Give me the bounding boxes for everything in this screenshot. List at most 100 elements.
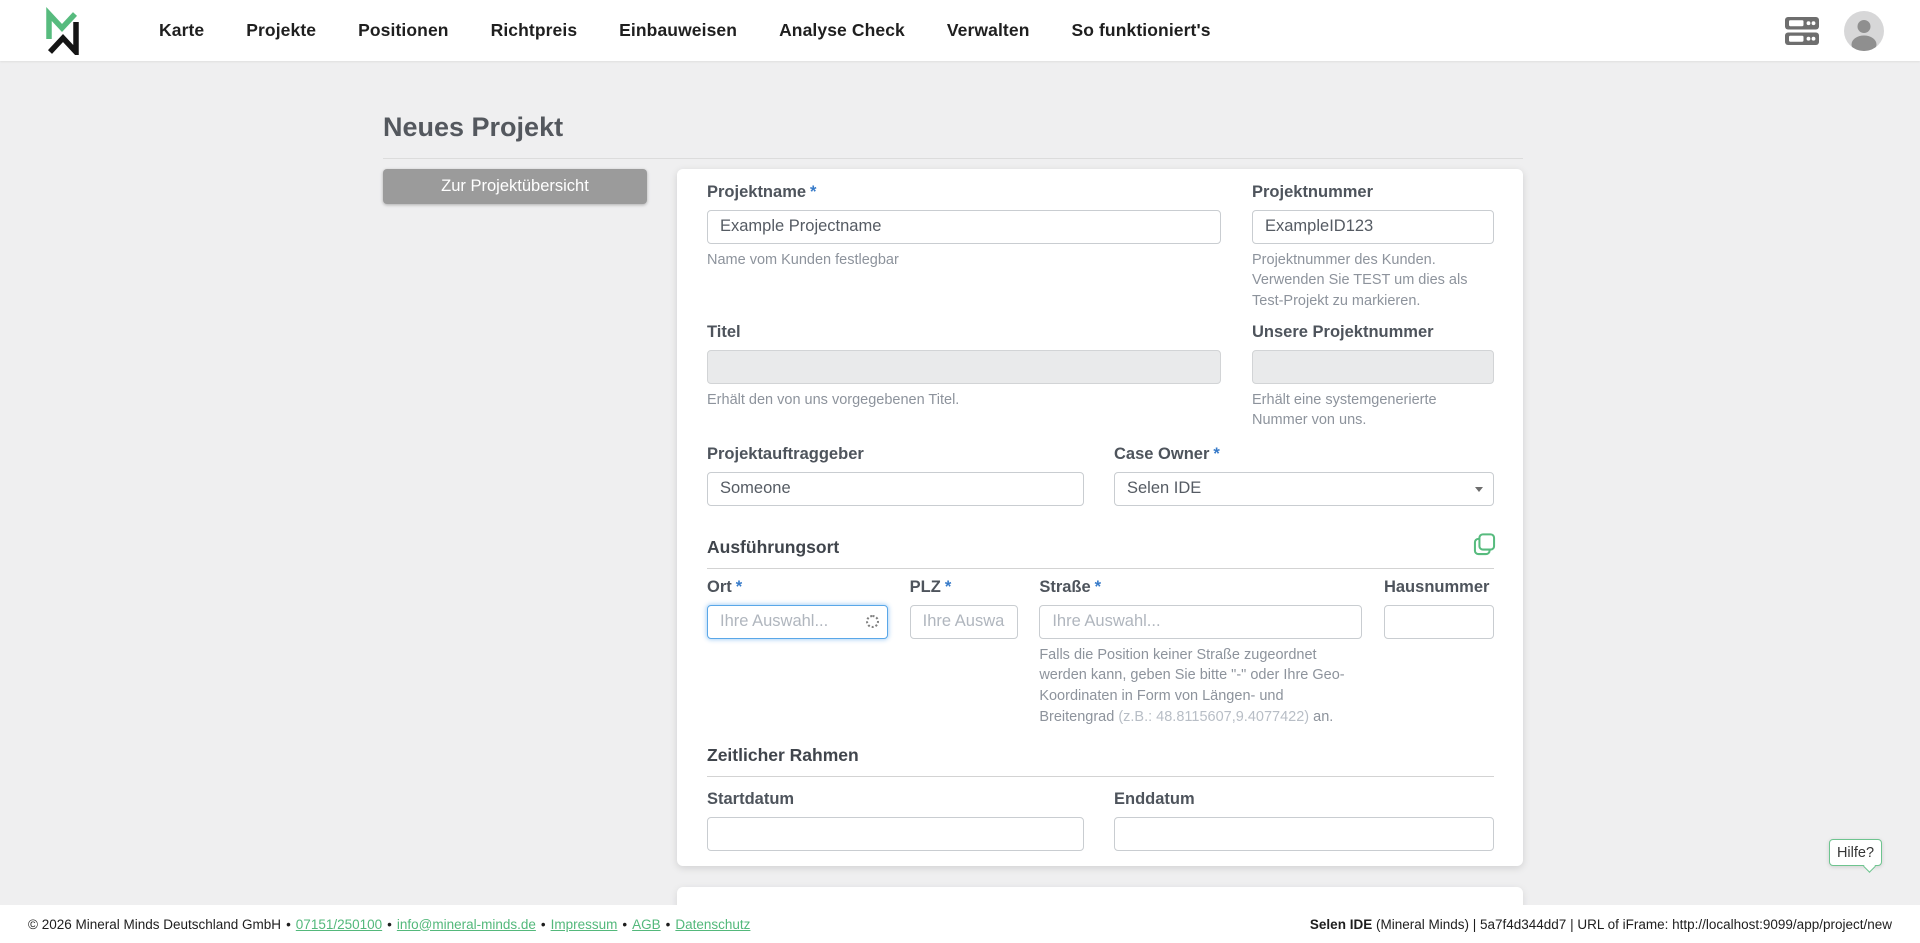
help-bubble-tail [1863, 859, 1876, 873]
strasse-helper-example: (z.B.: 48.8115607,9.4077422) [1118, 708, 1310, 725]
plz-input[interactable] [909, 604, 1018, 639]
projektname-label: Projektname * [707, 183, 1221, 203]
page-title: Neues Projekt [383, 112, 564, 142]
projektnummer-field: Projektnummer Projektnummer des Kunden. … [1252, 183, 1494, 312]
nav-item-karte[interactable]: Karte [138, 20, 225, 41]
ort-label-text: Ort [707, 578, 732, 596]
footer-datenschutz-link[interactable]: Datenschutz [675, 917, 750, 932]
projektname-field: Projektname* Name vom Kunden festlegbar [707, 183, 1221, 312]
projektname-helper: Name vom Kunden festlegbar [707, 251, 899, 268]
topbar-right-icons [1782, 10, 1884, 51]
footer-session-detail: (Mineral Minds) | 5a7f4d344dd7 | URL of … [1372, 916, 1892, 932]
ausfuehrungsort-section-title: Ausführungsort [707, 537, 840, 557]
projektnummer-label: Projektnummer [1252, 183, 1374, 201]
footer-separator: • [622, 916, 628, 932]
strasse-label: Straße * [1039, 578, 1362, 598]
nav-item-so-funktionierts[interactable]: So funktioniert's [1050, 20, 1231, 41]
new-project-form-card: Projektname* Name vom Kunden festlegbar … [677, 169, 1523, 866]
required-asterisk: * [810, 183, 817, 201]
zeitlicher-rahmen-section: Zeitlicher Rahmen [707, 745, 1494, 777]
footer-separator: • [387, 916, 392, 932]
footer-email-link[interactable]: info@mineral-minds.de [397, 917, 536, 932]
enddatum-input[interactable] [1114, 816, 1494, 851]
unsere-projektnummer-field: Unsere Projektnummer Erhält eine systemg… [1252, 323, 1494, 431]
hausnummer-input[interactable] [1383, 604, 1494, 639]
footer-separator: • [286, 916, 291, 932]
strasse-label-text: Straße [1039, 578, 1091, 596]
projektauftraggeber-input[interactable] [707, 471, 1084, 506]
copy-icon[interactable] [1471, 531, 1498, 558]
titel-field: Titel Erhält den von uns vorgegebenen Ti… [707, 323, 1221, 431]
case-owner-select[interactable]: Selen IDE [1114, 471, 1494, 506]
loading-spinner-icon [866, 614, 879, 628]
form-row-auftraggeber-caseowner: Projektauftraggeber Case Owner* Selen ID… [707, 445, 1494, 506]
strasse-input[interactable] [1039, 604, 1363, 639]
startdatum-field: Startdatum [707, 790, 1084, 851]
projektauftraggeber-label: Projektauftraggeber [707, 445, 864, 463]
projektnummer-helper: Projektnummer des Kunden. Verwenden Sie … [1252, 251, 1468, 309]
projektname-input[interactable] [707, 209, 1221, 244]
ort-field: Ort * [707, 578, 888, 727]
zeitlicher-rahmen-section-title: Zeitlicher Rahmen [707, 745, 859, 765]
case-owner-field: Case Owner * Selen IDE [1114, 445, 1494, 506]
startdatum-label: Startdatum [707, 790, 795, 808]
form-row-address: Ort* PLZ* Straße* Falls die Position kei… [707, 578, 1494, 727]
main-nav: Karte Projekte Positionen Richtpreis Ein… [138, 20, 1232, 41]
enddatum-field: Enddatum [1114, 790, 1494, 851]
plz-field: PLZ * [909, 578, 1018, 727]
footer-session-info: Selen IDE (Mineral Minds) | 5a7f4d344dd7… [1310, 917, 1892, 932]
footer-copyright: © 2026 Mineral Minds Deutschland GmbH [28, 916, 282, 932]
footer-separator: • [665, 916, 671, 932]
zeitlicher-rahmen-section-head: Zeitlicher Rahmen [707, 745, 1494, 777]
enddatum-label: Enddatum [1114, 790, 1195, 808]
case-owner-label-text: Case Owner [1114, 445, 1210, 463]
nav-item-verwalten[interactable]: Verwalten [926, 20, 1051, 41]
nav-item-projekte[interactable]: Projekte [225, 20, 337, 41]
nav-item-positionen[interactable]: Positionen [337, 20, 469, 41]
form-row-dates: Startdatum Enddatum [707, 790, 1494, 851]
unsere-projektnummer-helper: Erhält eine systemgenerierte Nummer von … [1252, 391, 1437, 429]
projektnummer-input[interactable] [1252, 209, 1494, 244]
unsere-projektnummer-label: Unsere Projektnummer [1252, 323, 1434, 341]
strasse-field: Straße* Falls die Position keiner Straße… [1039, 578, 1363, 727]
nav-item-richtpreis[interactable]: Richtpreis [470, 20, 599, 41]
titel-label: Titel [707, 323, 741, 341]
hausnummer-label: Hausnummer [1383, 578, 1490, 596]
mineral-minds-logo-icon[interactable] [36, 6, 88, 55]
required-asterisk: * [944, 578, 952, 596]
form-row-name-number: Projektname* Name vom Kunden festlegbar … [707, 183, 1494, 312]
hausnummer-field: Hausnummer [1383, 578, 1494, 727]
strasse-helper-end: an. [1309, 708, 1334, 725]
help-bubble[interactable]: Hilfe? [1829, 839, 1882, 873]
help-bubble-label: Hilfe? [1836, 844, 1875, 861]
ausfuehrungsort-section: Ausführungsort [707, 533, 1496, 569]
nav-item-einbauweisen[interactable]: Einbauweisen [598, 20, 758, 41]
case-owner-selected-value: Selen IDE [1127, 479, 1202, 498]
projektname-label-text: Projektname [707, 183, 807, 201]
top-navigation-bar: Karte Projekte Positionen Richtpreis Ein… [0, 0, 1920, 61]
ort-label: Ort * [707, 578, 888, 598]
nav-item-analyse-check[interactable]: Analyse Check [758, 20, 926, 41]
plz-label-text: PLZ [909, 578, 941, 596]
titel-input [707, 349, 1221, 384]
footer-agb-link[interactable]: AGB [632, 917, 661, 932]
server-icon[interactable] [1782, 13, 1822, 49]
form-row-titel-unsere-nummer: Titel Erhält den von uns vorgegebenen Ti… [707, 323, 1494, 431]
ort-input[interactable] [707, 604, 888, 639]
footer-phone-link[interactable]: 07151/250100 [296, 917, 382, 932]
page-title-wrap: Neues Projekt [383, 112, 1523, 159]
ausfuehrungsort-section-head: Ausführungsort [707, 533, 1496, 569]
back-to-project-overview-button[interactable]: Zur Projektübersicht [383, 169, 647, 204]
required-asterisk: * [1213, 445, 1220, 463]
user-avatar-icon[interactable] [1844, 10, 1884, 51]
required-asterisk: * [1094, 578, 1102, 596]
case-owner-label: Case Owner * [1114, 445, 1494, 465]
footer-left: © 2026 Mineral Minds Deutschland GmbH • 07… [28, 917, 750, 932]
startdatum-input[interactable] [707, 816, 1084, 851]
footer-bar: © 2026 Mineral Minds Deutschland GmbH • 07… [0, 905, 1920, 943]
footer-impressum-link[interactable]: Impressum [551, 917, 618, 932]
required-asterisk: * [735, 578, 743, 596]
titel-helper: Erhält den von uns vorgegebenen Titel. [707, 391, 960, 408]
footer-user-name: Selen IDE [1309, 916, 1373, 932]
chevron-down-icon [1475, 486, 1483, 492]
